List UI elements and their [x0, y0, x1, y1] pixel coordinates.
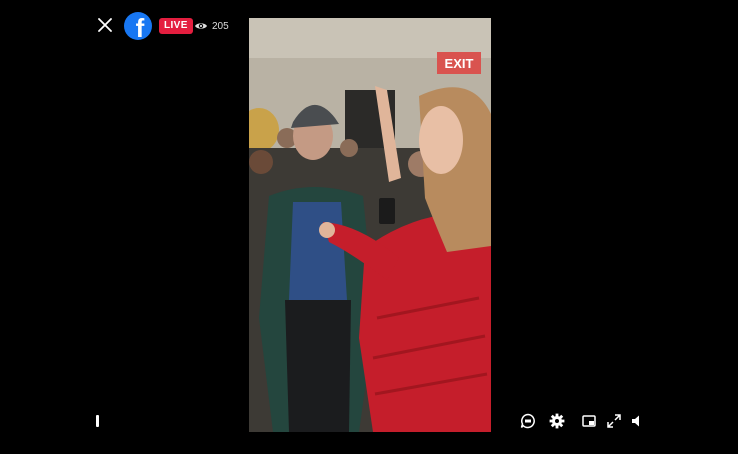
facebook-logo-letter: f [135, 13, 145, 40]
picture-in-picture-button[interactable] [580, 412, 598, 430]
viewer-count-value: 205 [212, 20, 229, 32]
captions-icon [520, 413, 535, 429]
volume-button[interactable] [628, 412, 646, 430]
fullscreen-button[interactable] [605, 412, 623, 430]
captions-button[interactable] [519, 412, 537, 430]
viewer-count: 205 [194, 17, 229, 35]
close-icon [98, 18, 112, 32]
progress-handle[interactable] [96, 415, 99, 427]
live-badge: LIVE [159, 18, 193, 34]
exit-sign-text: EXIT [445, 56, 474, 71]
fullscreen-icon [607, 414, 621, 428]
eye-icon [195, 23, 207, 29]
close-button[interactable] [94, 14, 116, 36]
video-player[interactable]: EXIT [249, 18, 491, 432]
picture-in-picture-icon [582, 415, 596, 427]
video-frame: EXIT [249, 18, 491, 432]
facebook-logo-icon: f [124, 12, 152, 40]
settings-icon [549, 413, 565, 429]
settings-button[interactable] [548, 412, 566, 430]
player-controls [0, 406, 738, 436]
volume-icon [632, 415, 639, 427]
